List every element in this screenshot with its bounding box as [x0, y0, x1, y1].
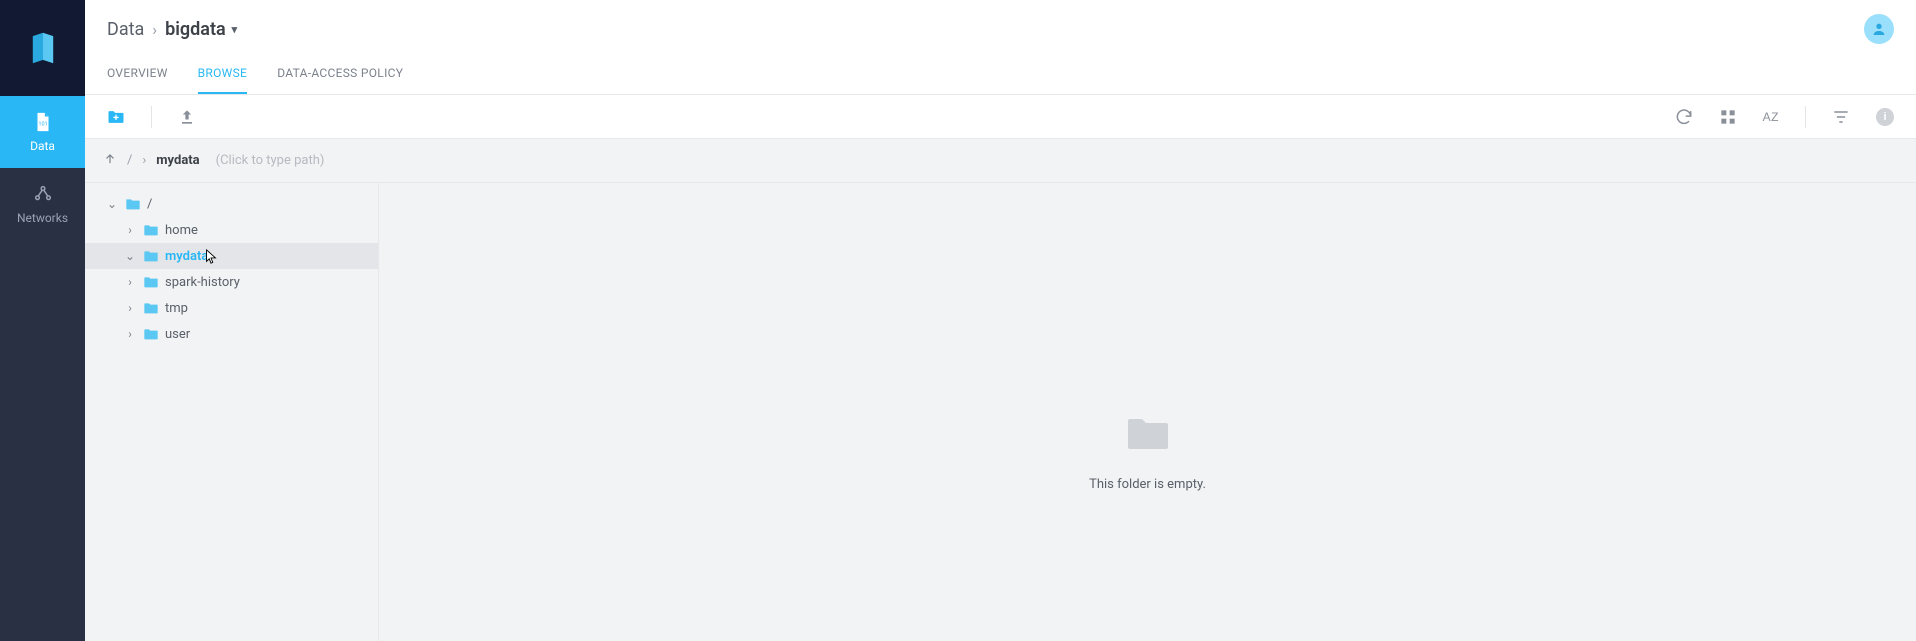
info-icon: i: [1876, 108, 1894, 126]
svg-text:101: 101: [38, 122, 47, 128]
folder-icon: [125, 197, 141, 211]
refresh-icon: [1674, 107, 1694, 127]
chevron-right-icon[interactable]: [123, 301, 137, 315]
path-current[interactable]: mydata: [156, 153, 199, 168]
breadcrumb-separator: ›: [152, 20, 157, 39]
folder-plus-icon: [106, 107, 126, 127]
brand-logo: [0, 0, 85, 96]
path-bar: / › mydata (Click to type path): [85, 139, 1916, 183]
chevron-down-icon: ▾: [232, 23, 238, 36]
data-file-icon: 101: [32, 111, 54, 133]
path-root-slash[interactable]: /: [127, 153, 132, 168]
toolbar-left: [103, 104, 200, 130]
upload-button[interactable]: [174, 104, 200, 130]
tree-item-user[interactable]: user: [85, 321, 378, 347]
network-icon: [32, 183, 54, 205]
tree-root[interactable]: /: [85, 191, 378, 217]
rail-item-data-label: Data: [30, 139, 55, 153]
grid-icon: [1718, 107, 1738, 127]
side-rail: 101 Data Networks: [0, 0, 85, 641]
grid-view-button[interactable]: [1715, 104, 1741, 130]
tab-data-access-policy[interactable]: DATA-ACCESS POLICY: [277, 66, 403, 94]
toolbar-separator: [151, 106, 152, 128]
empty-folder-state: This folder is empty.: [379, 183, 1916, 641]
user-avatar[interactable]: [1864, 14, 1894, 44]
rail-item-networks-label: Networks: [17, 211, 68, 225]
tree-item-spark-history[interactable]: spark-history: [85, 269, 378, 295]
header: Data › bigdata ▾: [85, 0, 1916, 44]
filter-icon: [1831, 107, 1851, 127]
tree-item-label: home: [165, 223, 198, 238]
rail-item-networks[interactable]: Networks: [0, 168, 85, 240]
empty-folder-message: This folder is empty.: [1089, 477, 1206, 492]
new-folder-button[interactable]: [103, 104, 129, 130]
tree-item-label: tmp: [165, 301, 188, 316]
tree-root-label: /: [147, 197, 152, 212]
chevron-right-icon[interactable]: [123, 327, 137, 341]
folder-icon: [143, 327, 159, 341]
breadcrumb-current-dropdown[interactable]: bigdata ▾: [165, 19, 237, 40]
toolbar: AZ i: [85, 95, 1916, 139]
tab-browse[interactable]: BROWSE: [198, 66, 248, 94]
user-icon: [1871, 21, 1887, 37]
breadcrumb-root[interactable]: Data: [107, 19, 144, 40]
arrow-up-icon: [103, 152, 117, 166]
folder-icon: [143, 275, 159, 289]
folder-icon: [143, 249, 159, 263]
toolbar-right: AZ i: [1671, 104, 1898, 130]
toolbar-separator-right: [1805, 106, 1806, 128]
main-area: Data › bigdata ▾ OVERVIEW BROWSE DATA-AC…: [85, 0, 1916, 641]
chevron-down-icon[interactable]: [105, 197, 119, 211]
tabs: OVERVIEW BROWSE DATA-ACCESS POLICY: [85, 44, 1916, 95]
content: / home mydata: [85, 183, 1916, 641]
sort-az-button[interactable]: AZ: [1759, 104, 1783, 130]
tree-item-tmp[interactable]: tmp: [85, 295, 378, 321]
folder-icon: [143, 223, 159, 237]
parent-dir-button[interactable]: [103, 152, 117, 170]
chevron-right-icon[interactable]: [123, 223, 137, 237]
tree-item-home[interactable]: home: [85, 217, 378, 243]
breadcrumb: Data › bigdata ▾: [107, 19, 237, 40]
brand-logo-icon: [26, 31, 60, 65]
refresh-button[interactable]: [1671, 104, 1697, 130]
info-button[interactable]: i: [1872, 104, 1898, 130]
folder-icon: [143, 301, 159, 315]
chevron-down-icon[interactable]: [123, 249, 137, 263]
path-chevron: ›: [142, 153, 146, 168]
tree-item-label: mydata: [165, 249, 208, 264]
tab-overview[interactable]: OVERVIEW: [107, 66, 168, 94]
path-input-placeholder[interactable]: (Click to type path): [216, 153, 325, 168]
rail-item-data[interactable]: 101 Data: [0, 96, 85, 168]
filter-button[interactable]: [1828, 104, 1854, 130]
tree-item-label: spark-history: [165, 275, 240, 290]
folder-tree: / home mydata: [85, 183, 379, 641]
tree-item-mydata[interactable]: mydata: [85, 243, 378, 269]
tree-item-label: user: [165, 327, 190, 342]
chevron-right-icon[interactable]: [123, 275, 137, 289]
empty-folder-icon: [1124, 413, 1172, 457]
upload-icon: [177, 107, 197, 127]
breadcrumb-current-label: bigdata: [165, 19, 226, 40]
